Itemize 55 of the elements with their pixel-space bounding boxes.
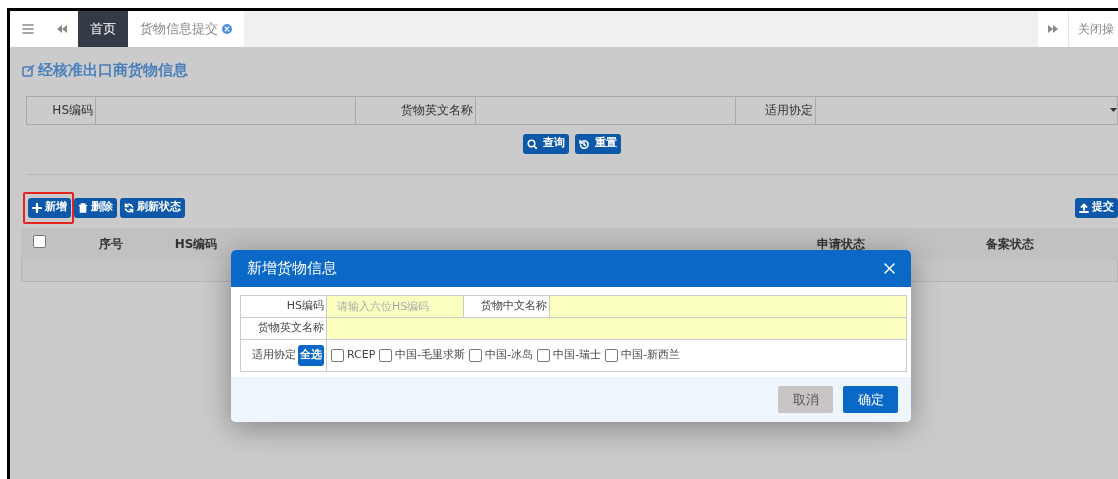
checkbox-label: RCEP — [347, 347, 376, 364]
upload-icon — [1079, 202, 1089, 213]
toolbar-button[interactable]: 删除 — [74, 197, 117, 218]
double-right-arrow-icon — [1048, 25, 1058, 33]
action-button[interactable]: 查询 — [523, 133, 569, 154]
dropdown-caret-icon — [1110, 108, 1117, 112]
confirm-button[interactable]: 确定 — [843, 386, 898, 413]
checkbox[interactable] — [469, 349, 483, 362]
text-field[interactable] — [550, 296, 906, 317]
field-label: 适用协定 — [252, 347, 296, 364]
page-title: 经核准出口商货物信息 — [38, 60, 188, 81]
select-all-button[interactable]: 全选 — [298, 345, 324, 366]
toolbar-button[interactable]: 刷新状态 — [120, 197, 185, 218]
column-header: 序号 — [99, 236, 123, 251]
column-header: 备案状态 — [985, 236, 1034, 251]
close-operations-menu[interactable]: 关闭操 — [1068, 11, 1118, 47]
tab[interactable]: 首页 — [78, 11, 128, 47]
menu-icon — [21, 24, 34, 34]
action-button[interactable]: 重置 — [575, 133, 621, 154]
checkbox[interactable] — [605, 349, 619, 362]
menu-button[interactable] — [10, 11, 45, 47]
search-icon — [527, 138, 537, 149]
edit-icon — [22, 63, 35, 77]
filter-label: 适用协定 — [765, 102, 813, 119]
checkbox[interactable] — [331, 349, 344, 362]
field-label: 货物英文名称 — [258, 320, 324, 337]
filter-label: 货物英文名称 — [401, 102, 473, 119]
double-left-arrow-icon — [56, 25, 67, 33]
refresh-icon — [124, 202, 134, 213]
checkbox-label: 中国-新西兰 — [621, 347, 681, 364]
column-header: HS编码 — [174, 236, 218, 251]
text-field[interactable] — [327, 318, 906, 339]
tab[interactable]: 货物信息提交 — [128, 11, 244, 47]
cancel-button[interactable]: 取消 — [778, 386, 833, 413]
checkbox[interactable] — [537, 349, 551, 362]
scroll-left-button[interactable] — [45, 11, 78, 47]
submit-button[interactable]: 提交 — [1075, 197, 1118, 218]
dialog-title: 新增货物信息 — [247, 258, 337, 280]
checkbox-label: 中国-冰岛 — [485, 347, 534, 364]
text-field[interactable]: 请输入六位HS编码 — [327, 296, 464, 317]
checkbox[interactable] — [379, 349, 393, 362]
field-label: HS编码 — [286, 298, 324, 315]
close-button[interactable] — [884, 263, 895, 274]
checkbox-label: 中国-瑞士 — [553, 347, 602, 364]
close-icon — [884, 263, 895, 274]
plus-icon — [32, 202, 42, 213]
reset-icon — [579, 138, 589, 149]
field-label: 货物中文名称 — [481, 298, 547, 315]
toolbar-button[interactable]: 新增 — [28, 197, 71, 218]
trash-icon — [78, 202, 88, 213]
scroll-right-button[interactable] — [1038, 11, 1068, 47]
filter-label: HS编码 — [52, 102, 93, 119]
column-header: 申请状态 — [817, 236, 865, 251]
checkbox-label: 中国-毛里求斯 — [395, 347, 466, 364]
select-all-checkbox[interactable] — [33, 234, 46, 248]
